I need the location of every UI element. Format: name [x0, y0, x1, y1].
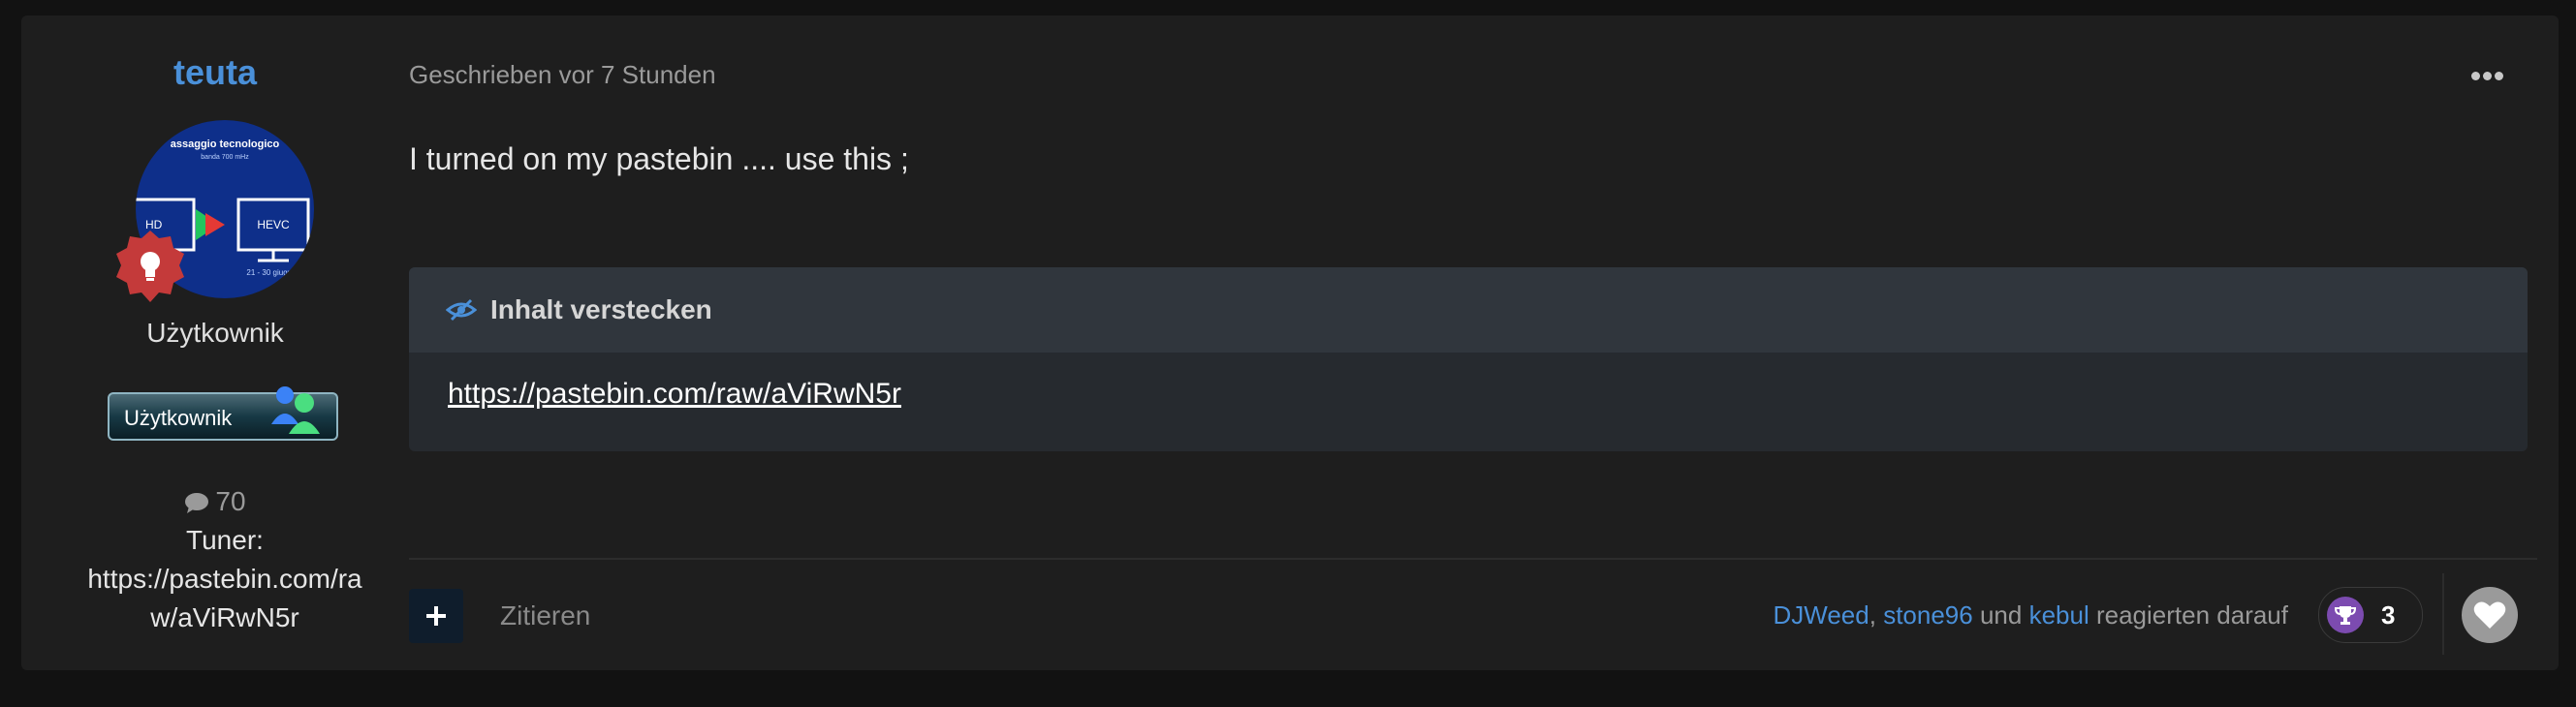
- pastebin-link[interactable]: https://pastebin.com/raw/aViRwN5r: [448, 378, 901, 410]
- lightbulb-rank-icon[interactable]: [112, 229, 188, 304]
- more-options-icon[interactable]: [2471, 72, 2504, 81]
- divider: [409, 558, 2537, 560]
- hidden-content-title: Inhalt verstecken: [490, 294, 712, 324]
- trophy-icon: [2327, 597, 2364, 633]
- separator: [2442, 573, 2444, 655]
- post-body: I turned on my pastebin .... use this ;: [409, 141, 909, 176]
- author-column: teuta assaggio tecnologico banda 700 mHz…: [21, 15, 409, 670]
- post-count[interactable]: 70: [21, 486, 409, 517]
- reaction-count: 3: [2381, 599, 2396, 630]
- group-badge: Użytkownik: [107, 382, 339, 444]
- forum-post: teuta assaggio tecnologico banda 700 mHz…: [21, 15, 2559, 670]
- profile-field-label: Tuner:: [186, 525, 264, 555]
- reactor-separator: ,: [1869, 600, 1876, 630]
- hidden-content-box: Inhalt verstecken https://pastebin.com/r…: [409, 267, 2528, 451]
- multiquote-add-button[interactable]: [409, 589, 463, 643]
- user-title: Użytkownik: [146, 318, 284, 348]
- avatar-text-top: assaggio tecnologico: [171, 138, 280, 150]
- heart-icon: [2473, 601, 2506, 629]
- reactor-and: und: [1979, 600, 2023, 630]
- eye-slash-icon: [446, 298, 477, 322]
- hidden-content-header: Inhalt verstecken: [409, 267, 2528, 353]
- reactor-link[interactable]: stone96: [1883, 600, 1973, 630]
- post-meta[interactable]: Geschrieben vor 7 Stunden: [409, 60, 716, 90]
- comment-icon: [185, 493, 209, 513]
- profile-field-value: https://pastebin.com/raw/aViRwN5r: [87, 564, 362, 632]
- avatar-text-sub: banda 700 mHz: [201, 154, 249, 161]
- plus-icon: [426, 606, 446, 626]
- author-name[interactable]: teuta: [21, 52, 409, 93]
- post-count-value: 70: [215, 486, 246, 516]
- group-badge-label: Użytkownik: [124, 406, 233, 430]
- quote-button[interactable]: Zitieren: [500, 600, 590, 631]
- avatar-text-bottom: 21 - 30 giugno: [246, 268, 297, 277]
- reactions-summary: DJWeed, stone96 und kebul reagierten dar…: [1773, 600, 2288, 630]
- reactor-link[interactable]: kebul: [2029, 600, 2089, 630]
- avatar-text-right: HEVC: [257, 218, 290, 231]
- like-button[interactable]: [2462, 587, 2518, 643]
- reaction-summary-button[interactable]: 3: [2318, 587, 2423, 643]
- reacted-text: reagierten darauf: [2095, 600, 2288, 630]
- profile-field: Tuner: https://pastebin.com/raw/aViRwN5r: [79, 521, 370, 637]
- reactor-link[interactable]: DJWeed: [1773, 600, 1869, 630]
